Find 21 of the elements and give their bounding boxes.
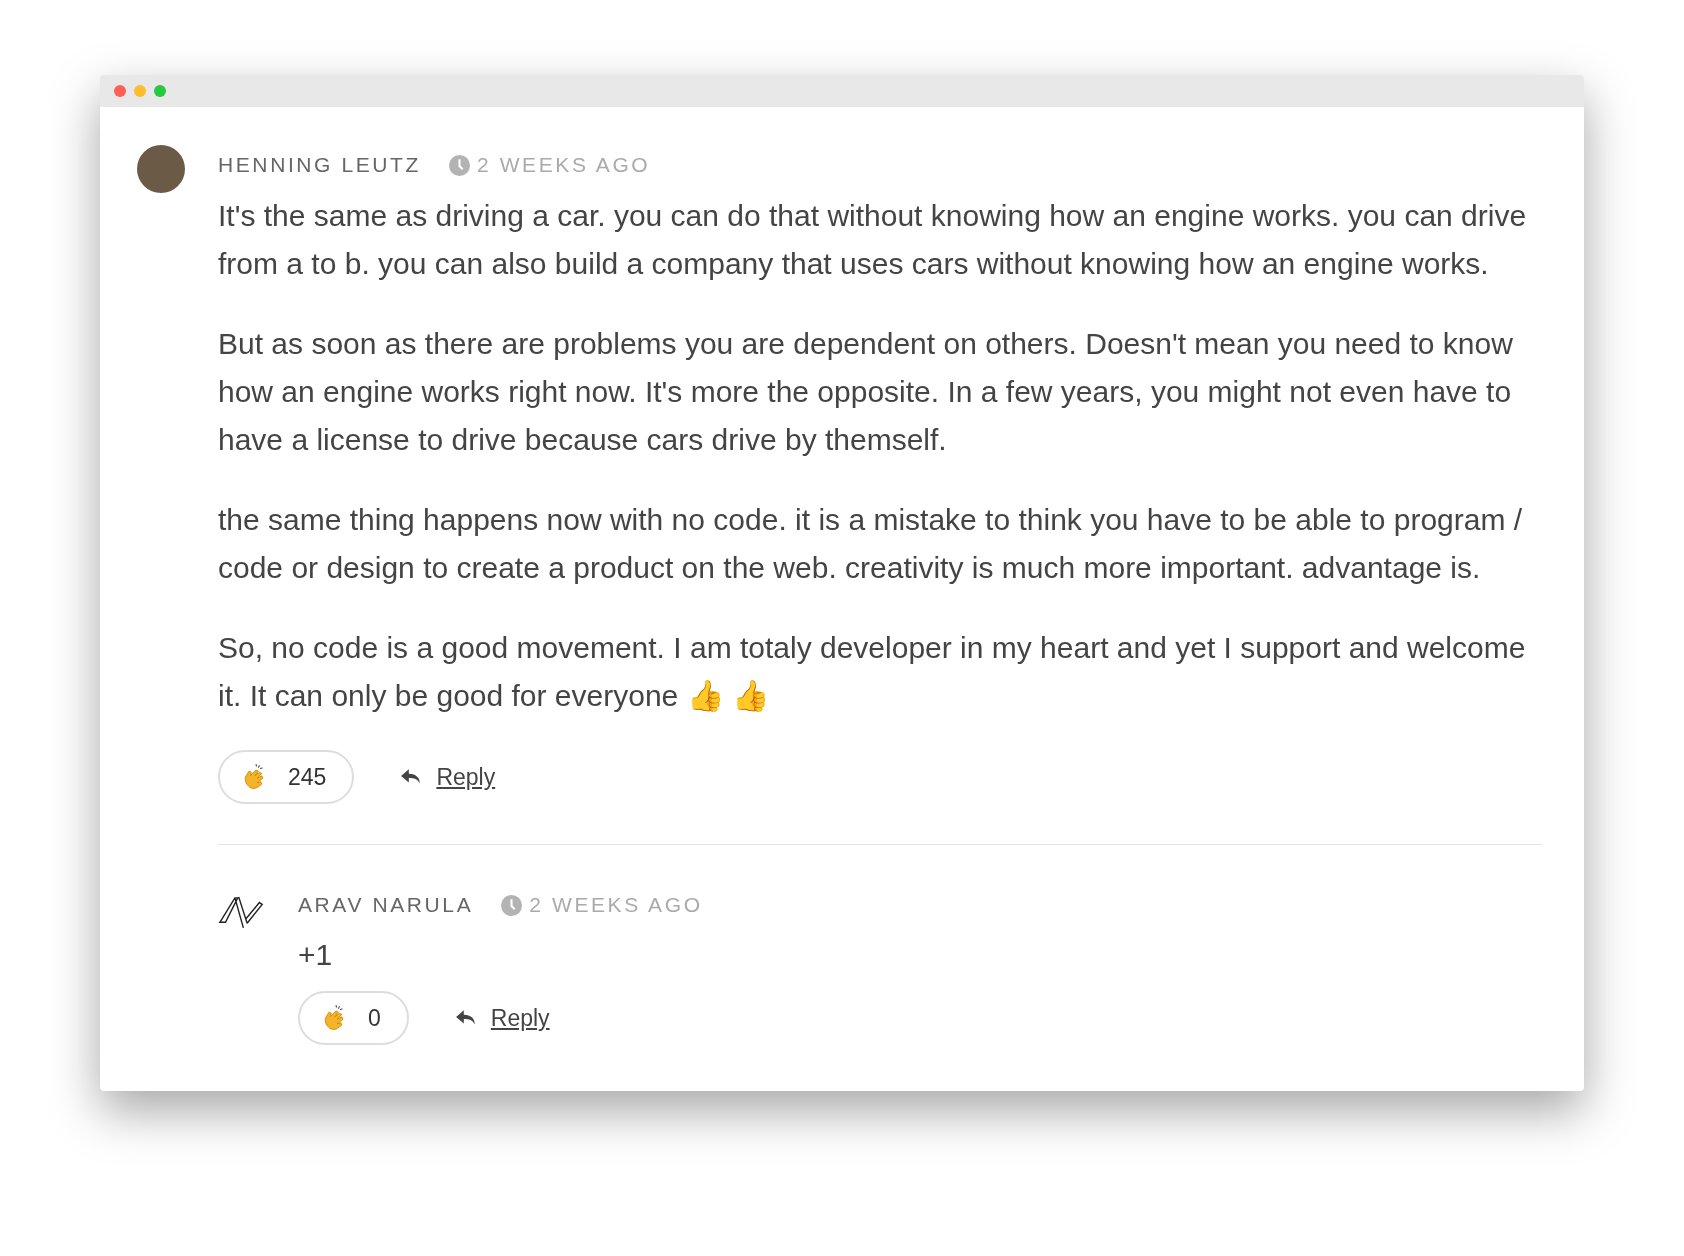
comment-paragraph: But as soon as there are problems you are dependent on others. Doesn't mean you need to know how an engine works right now. It's more the opposite. In a few years, you might not even have to have a license to drive because cars drive by themself. — [218, 326, 1514, 458]
comment-paragraph: +1 — [298, 937, 334, 973]
comment-paragraph: the same thing happens now with no code. it is a mistake to think you have to be able to program / code or design to create a product on the web. creativity is much more important. advantage is. — [218, 502, 1524, 586]
close-button[interactable] — [114, 85, 126, 97]
reply-arrow-icon — [454, 1009, 477, 1027]
minimize-button[interactable] — [134, 85, 146, 97]
clap-button[interactable]: 245 — [218, 750, 355, 804]
clock-icon — [501, 894, 523, 916]
comment-paragraph: So, no code is a good movement. I am totaly developer in my heart and yet I support and welcome it. It can only be good for everyone 👍 👍 — [218, 630, 1527, 714]
reply-link[interactable]: Reply — [454, 1004, 550, 1032]
author-name: HENNING LEUTZ — [218, 153, 421, 177]
clock-icon — [449, 154, 470, 176]
avatar-photo-placeholder — [137, 145, 185, 193]
zoom-button[interactable] — [154, 85, 166, 97]
clap-button[interactable]: 0 — [298, 991, 409, 1045]
reply-link[interactable]: Reply — [400, 763, 496, 791]
author-name: ARAV NARULA — [298, 893, 474, 917]
reply-arrow-icon — [400, 768, 423, 786]
timestamp: 2 WEEKS AGO — [477, 153, 651, 177]
timestamp: 2 WEEKS AGO — [529, 893, 703, 917]
comment-paragraph: It's the same as driving a car. you can do that without knowing how an engine works. you can drive from a to b. you can also build a company that uses cars without knowing how an engine works. — [218, 198, 1528, 282]
